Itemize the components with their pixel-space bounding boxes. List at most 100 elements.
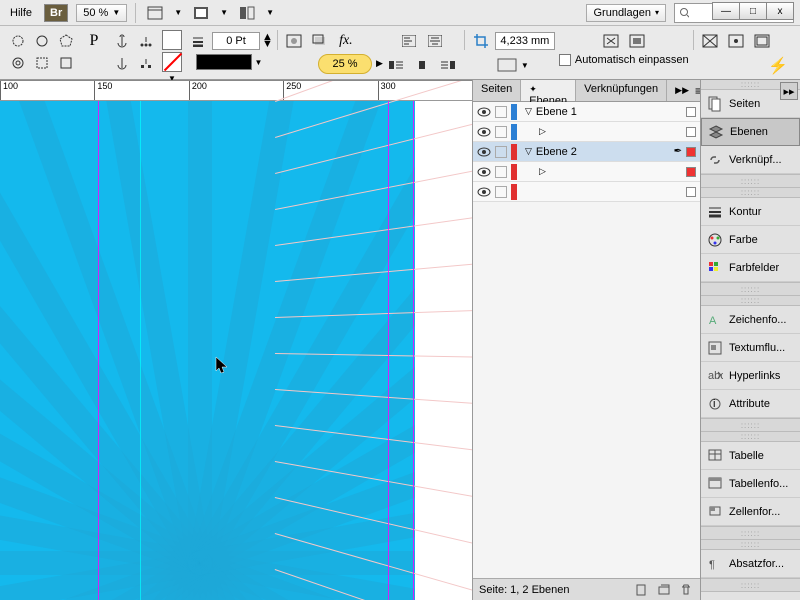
visibility-icon[interactable] xyxy=(477,145,491,159)
visibility-icon[interactable] xyxy=(477,125,491,139)
dock-item-stroke[interactable]: Kontur xyxy=(701,198,800,226)
object-icon[interactable] xyxy=(282,30,306,52)
layer-row[interactable]: ▽ Ebene 1 xyxy=(473,102,700,122)
wrap-center-icon[interactable] xyxy=(410,54,434,76)
selection-square[interactable] xyxy=(686,107,696,117)
lock-box[interactable] xyxy=(495,106,507,118)
tab-ebenen[interactable]: ✦ Ebenen xyxy=(521,80,576,101)
dock-item-links[interactable]: Verknüpf... xyxy=(701,146,800,174)
table-icon xyxy=(707,448,723,464)
fill-swatch[interactable] xyxy=(162,30,182,50)
selection-square[interactable] xyxy=(686,187,696,197)
layer-row[interactable] xyxy=(473,182,700,202)
ellipse-solid-icon[interactable] xyxy=(30,30,54,52)
guide-magenta[interactable] xyxy=(98,101,99,600)
layer-row[interactable]: ▷ xyxy=(473,122,700,142)
screen-mode-icon[interactable] xyxy=(190,2,212,24)
opacity-field-highlighted[interactable]: 25 % xyxy=(318,54,372,74)
polygon-icon[interactable] xyxy=(54,30,78,52)
dock-item-color[interactable]: Farbe xyxy=(701,226,800,254)
opacity-dropdown-arrow[interactable]: ▶ xyxy=(376,58,383,69)
workspace-dropdown[interactable]: Grundlagen▾ xyxy=(586,4,666,22)
crop-icon[interactable] xyxy=(469,30,493,52)
visibility-icon[interactable] xyxy=(477,165,491,179)
artboard[interactable] xyxy=(0,101,415,600)
selection-square[interactable] xyxy=(686,167,696,177)
dock-item-layers[interactable]: Ebenen xyxy=(701,118,800,146)
fill-frame-icon[interactable] xyxy=(698,30,722,52)
dock-item-swatches[interactable]: Farbfelder xyxy=(701,254,800,282)
trash-icon[interactable] xyxy=(678,582,694,598)
lock-box[interactable] xyxy=(495,126,507,138)
new-page-icon[interactable] xyxy=(634,582,650,598)
disclosure-icon[interactable]: ▷ xyxy=(539,166,546,177)
dock-item-hyper[interactable]: abcHyperlinks xyxy=(701,362,800,390)
lock-box[interactable] xyxy=(495,166,507,178)
close-button[interactable]: x xyxy=(766,2,794,20)
dock-item-cell[interactable]: Zellenfor... xyxy=(701,498,800,526)
new-layer-icon[interactable] xyxy=(656,582,672,598)
visibility-icon[interactable] xyxy=(477,105,491,119)
text-left-icon[interactable] xyxy=(397,30,421,52)
distribute-icon[interactable] xyxy=(134,30,158,52)
view-options-icon[interactable] xyxy=(144,2,166,24)
dock-item-attr[interactable]: iAttribute xyxy=(701,390,800,418)
stroke-color-bar[interactable] xyxy=(196,54,252,70)
minimize-button[interactable]: — xyxy=(712,2,740,20)
dock-label: Farbfelder xyxy=(729,262,779,274)
dock-item-wrap[interactable]: Textumflu... xyxy=(701,334,800,362)
disclosure-icon[interactable]: ▷ xyxy=(539,126,546,137)
maximize-button[interactable]: □ xyxy=(739,2,767,20)
measure-input[interactable] xyxy=(495,32,555,50)
fx-icon[interactable]: fx. xyxy=(334,30,358,52)
disclosure-icon[interactable]: ▽ xyxy=(525,146,532,157)
help-menu[interactable]: Hilfe xyxy=(6,5,36,21)
rect-dashed-icon[interactable] xyxy=(30,52,54,74)
wrap-left-icon[interactable] xyxy=(384,54,408,76)
effects-icon[interactable] xyxy=(308,30,332,52)
frame-none-icon[interactable] xyxy=(495,54,519,76)
selection-square[interactable] xyxy=(686,147,696,157)
collapse-panels-icon[interactable]: ▸▸ xyxy=(780,82,798,100)
fill-none-swatch[interactable] xyxy=(162,52,182,72)
stroke-weight-input[interactable] xyxy=(212,32,260,50)
layer-row[interactable]: ▷ xyxy=(473,162,700,182)
wrap-icon xyxy=(707,340,723,356)
autofit-checkbox[interactable]: Automatisch einpassen xyxy=(559,54,689,66)
tab-seiten[interactable]: Seiten xyxy=(473,80,521,101)
dock-item-tblstyle[interactable]: Tabellenfo... xyxy=(701,470,800,498)
guide-cyan[interactable] xyxy=(140,101,141,600)
ellipse-tool-icon[interactable] xyxy=(6,30,30,52)
layer-name[interactable]: Ebene 2 xyxy=(536,146,670,158)
selection-square[interactable] xyxy=(686,127,696,137)
distribute2-icon[interactable] xyxy=(134,52,158,74)
fit-prop-icon[interactable] xyxy=(750,30,774,52)
anchor2-icon[interactable] xyxy=(110,52,134,74)
bridge-button[interactable]: Br xyxy=(44,4,68,22)
bolt-icon[interactable]: ⚡ xyxy=(768,56,788,76)
type-tool-icon[interactable]: P xyxy=(82,30,106,52)
dock-item-para[interactable]: ¶Absatzfor... xyxy=(701,550,800,578)
rect-solid-icon[interactable] xyxy=(54,52,78,74)
wrap-right-icon[interactable] xyxy=(436,54,460,76)
tab-verknuepfungen[interactable]: Verknüpfungen xyxy=(576,80,667,101)
center-content-icon[interactable] xyxy=(724,30,748,52)
star-tool-icon[interactable] xyxy=(6,52,30,74)
text-center-icon[interactable] xyxy=(423,30,447,52)
fit-content-icon[interactable] xyxy=(599,30,623,52)
layer-name[interactable]: Ebene 1 xyxy=(536,106,682,118)
visibility-icon[interactable] xyxy=(477,185,491,199)
layer-row[interactable]: ▽ Ebene 2 ✒ xyxy=(473,142,700,162)
fit-frame-icon[interactable] xyxy=(625,30,649,52)
lock-box[interactable] xyxy=(495,146,507,158)
dock-item-char[interactable]: AZeichenfo... xyxy=(701,306,800,334)
guide-magenta[interactable] xyxy=(388,101,389,600)
dock-item-table[interactable]: Tabelle xyxy=(701,442,800,470)
canvas[interactable]: 100 150 200 250 300 xyxy=(0,80,472,600)
anchor-icon[interactable] xyxy=(110,30,134,52)
disclosure-icon[interactable]: ▽ xyxy=(525,106,532,117)
zoom-dropdown[interactable]: 50 %▼ xyxy=(76,4,127,22)
step-down-icon[interactable]: ▼ xyxy=(262,41,273,48)
lock-box[interactable] xyxy=(495,186,507,198)
arrange-icon[interactable] xyxy=(236,2,258,24)
